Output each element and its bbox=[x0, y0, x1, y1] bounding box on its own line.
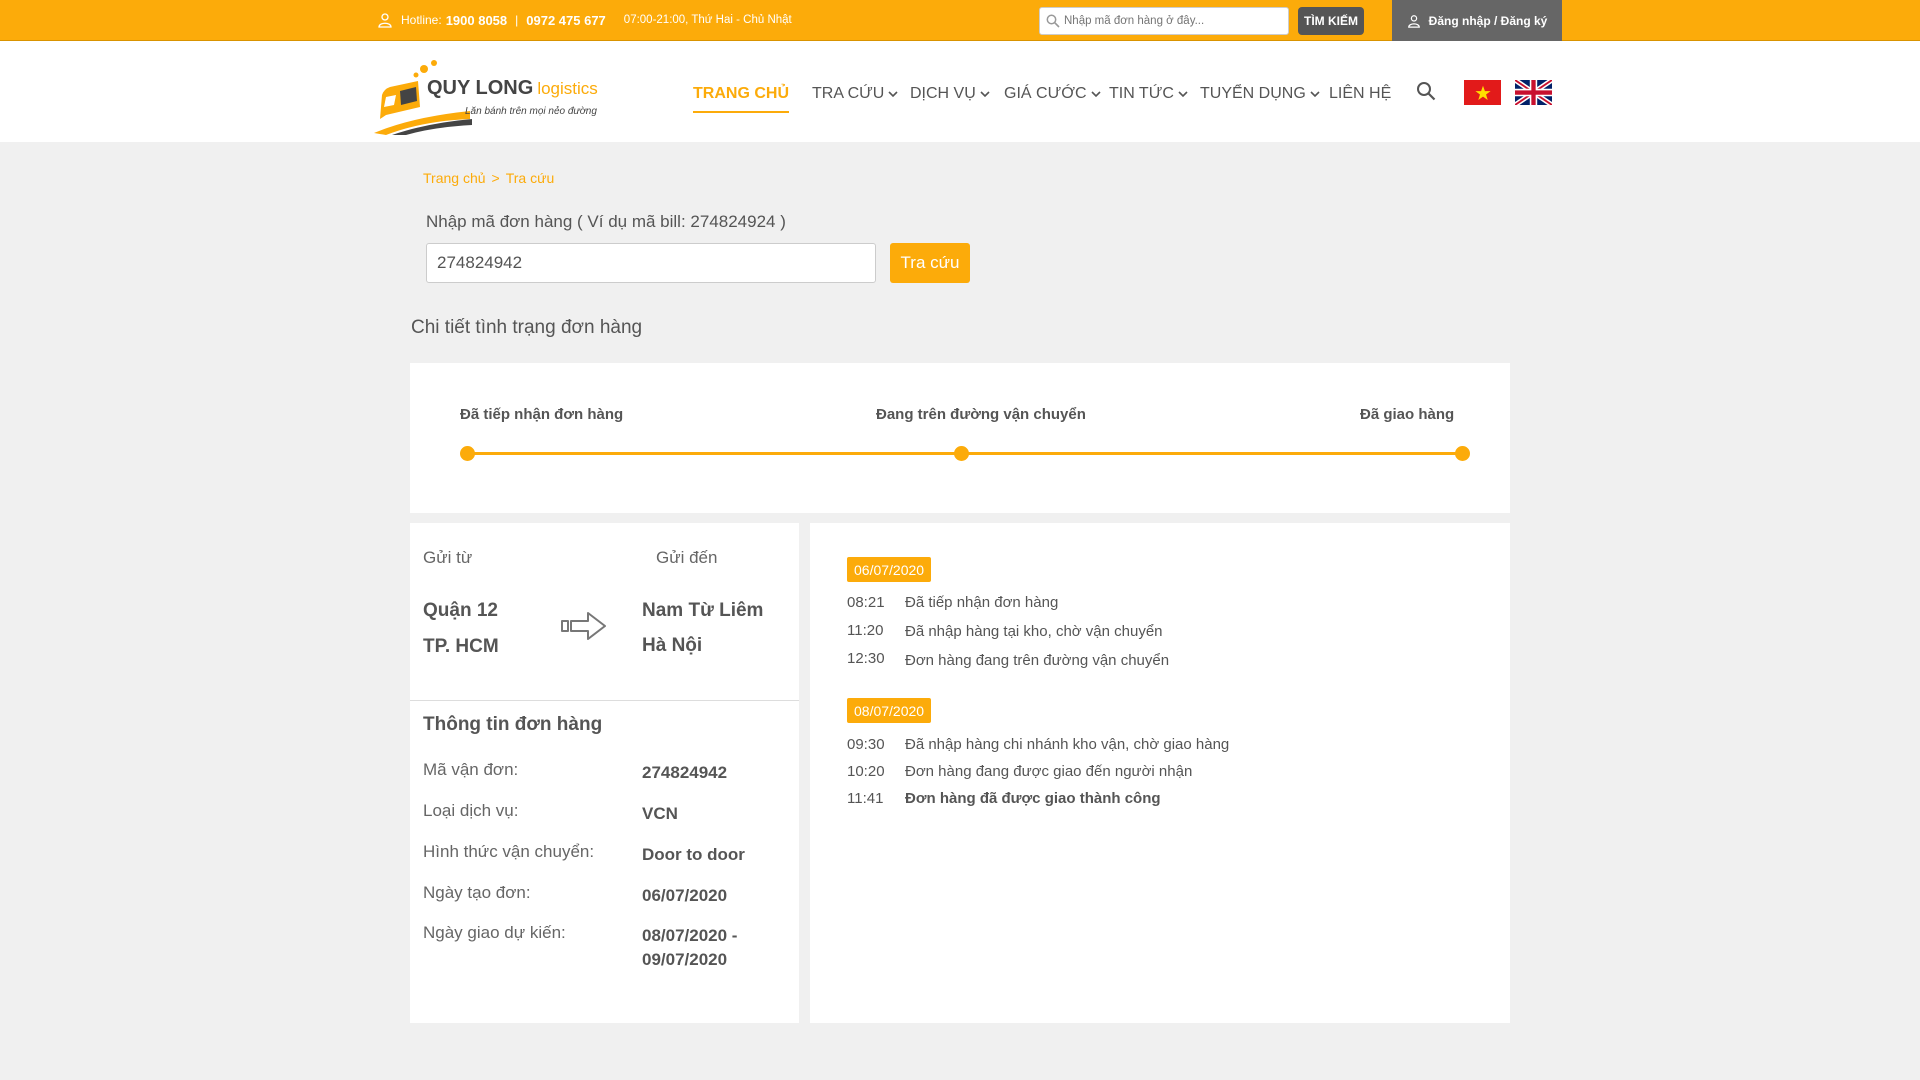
route-to-district: Nam Từ Liêm bbox=[642, 600, 764, 621]
expected-delivery-value: 08/07/2020 - 09/07/2020 bbox=[642, 926, 738, 969]
person-icon bbox=[378, 13, 392, 28]
chevron-down-icon bbox=[1310, 90, 1320, 97]
progress-dot-received bbox=[460, 446, 475, 461]
created-date-label: Ngày tạo đơn: bbox=[423, 883, 531, 902]
timeline-event: Đơn hàng đang trên đường vận chuyển bbox=[905, 652, 1170, 669]
route-from-city: TP. HCM bbox=[423, 636, 499, 657]
site-header: QUY LONG logistics Lăn bánh trên mọi nẻo … bbox=[0, 41, 1920, 142]
route-to-city: Hà Nội bbox=[642, 635, 703, 656]
chevron-down-icon bbox=[888, 90, 898, 97]
timeline-event-delivered: Đơn hàng đã được giao thành công bbox=[905, 790, 1161, 807]
tracking-label: Nhập mã đơn hàng ( Ví dụ mã bill: 274824… bbox=[426, 212, 786, 231]
top-search-box bbox=[1039, 7, 1289, 35]
hotline-label: Hotline: bbox=[401, 13, 442, 27]
info-divider bbox=[410, 700, 799, 701]
route-to-label: Gửi đến bbox=[656, 548, 718, 567]
nav-label: TRA CỨU bbox=[812, 85, 885, 102]
top-bar: Hotline: 1900 8058 | 0972 475 677 07:00-… bbox=[0, 0, 1920, 41]
uk-flag-icon[interactable] bbox=[1515, 80, 1552, 105]
top-search-button[interactable]: TÌM KIẾM bbox=[1298, 7, 1364, 35]
nav-item-dich-vu[interactable]: DỊCH VỤ bbox=[910, 85, 990, 103]
nav-item-gia-cuoc[interactable]: GIÁ CƯỚC bbox=[1004, 85, 1101, 103]
hotline-info: Hotline: 1900 8058 | 0972 475 677 07:00-… bbox=[377, 12, 792, 28]
logo-slogan: Lăn bánh trên mọi nẻo đường bbox=[465, 106, 597, 117]
timeline-date-badge: 08/07/2020 bbox=[847, 698, 932, 723]
site-logo[interactable]: QUY LONG logistics Lăn bánh trên mọi nẻo … bbox=[372, 55, 612, 135]
chevron-down-icon bbox=[1090, 90, 1101, 97]
timeline-time: 12:30 bbox=[847, 650, 885, 667]
opening-hours: 07:00-21:00, Thứ Hai - Chủ Nhật bbox=[623, 14, 792, 26]
timeline-time: 08:21 bbox=[847, 594, 885, 611]
order-progress-panel: Đã tiếp nhận đơn hàng Đang trên đường vậ… bbox=[410, 363, 1510, 513]
nav-label: GIÁ CƯỚC bbox=[1004, 85, 1087, 102]
search-icon[interactable] bbox=[1416, 81, 1436, 101]
timeline-time: 09:30 bbox=[847, 736, 885, 753]
breadcrumb-separator: > bbox=[491, 170, 500, 186]
timeline-time: 10:20 bbox=[847, 763, 885, 780]
timeline-event: Đã nhập hàng tại kho, chờ vận chuyển bbox=[905, 623, 1163, 640]
order-code-label: Mã vận đơn: bbox=[423, 760, 519, 779]
order-info-title: Thông tin đơn hàng bbox=[423, 714, 603, 735]
shipping-method-label: Hình thức vận chuyển: bbox=[423, 842, 595, 861]
login-label: Đăng nhập / Đăng ký bbox=[1428, 13, 1548, 28]
timeline-time: 11:20 bbox=[847, 622, 884, 639]
chevron-down-icon bbox=[980, 90, 990, 97]
tracking-timeline-panel: 06/07/2020 08:21 Đã tiếp nhận đơn hàng 1… bbox=[810, 523, 1510, 1023]
hotline-number-1[interactable]: 1900 8058 bbox=[446, 13, 507, 28]
timeline-event: Đã nhập hàng chi nhánh kho vận, chờ giao… bbox=[905, 736, 1230, 753]
arrow-right-icon bbox=[561, 612, 606, 640]
progress-dot-in-transit bbox=[954, 446, 969, 461]
nav-label: LIÊN HỆ bbox=[1329, 85, 1392, 102]
order-info-panel: Gửi từ Gửi đến Quận 12 TP. HCM Nam Từ Li… bbox=[410, 523, 799, 1023]
nav-item-tin-tuc[interactable]: TIN TỨC bbox=[1109, 85, 1188, 103]
timeline-time: 11:41 bbox=[847, 790, 884, 807]
timeline-date-badge: 06/07/2020 bbox=[847, 557, 932, 582]
logo-subtitle: logistics bbox=[537, 79, 598, 98]
nav-label: TRANG CHỦ bbox=[693, 85, 789, 102]
timeline-event: Đơn hàng đang được giao đến người nhận bbox=[905, 763, 1193, 780]
user-icon bbox=[1407, 14, 1420, 28]
nav-label: TUYỂN DỤNG bbox=[1200, 85, 1306, 102]
hotline-number-2[interactable]: 0972 475 677 bbox=[526, 13, 606, 28]
search-icon bbox=[1046, 14, 1060, 28]
step-label-in-transit: Đang trên đường vận chuyển bbox=[876, 406, 1086, 423]
expected-delivery-label: Ngày giao dự kiến: bbox=[423, 923, 566, 942]
route-from-label: Gửi từ bbox=[423, 548, 473, 567]
logo-title: QUY LONG logistics bbox=[427, 77, 598, 100]
status-section-title: Chi tiết tình trạng đơn hàng bbox=[411, 317, 643, 338]
nav-item-tra-cuu[interactable]: TRA CỨU bbox=[812, 85, 898, 103]
nav-item-tuyen-dung[interactable]: TUYỂN DỤNG bbox=[1200, 85, 1320, 103]
step-label-delivered: Đã giao hàng bbox=[1360, 406, 1455, 423]
progress-dot-delivered bbox=[1455, 446, 1470, 461]
service-type-value: VCN bbox=[642, 804, 678, 823]
nav-label: TIN TỨC bbox=[1109, 85, 1174, 102]
nav-label: DỊCH VỤ bbox=[910, 85, 976, 102]
nav-item-trang-chu[interactable]: TRANG CHỦ bbox=[693, 85, 789, 113]
nav-item-lien-he[interactable]: LIÊN HỆ bbox=[1329, 85, 1391, 103]
hotline-separator: | bbox=[515, 13, 519, 27]
service-type-label: Loại dịch vụ: bbox=[423, 801, 519, 820]
login-register-button[interactable]: Đăng nhập / Đăng ký bbox=[1392, 0, 1562, 41]
star-icon bbox=[1474, 85, 1491, 100]
order-search-input[interactable] bbox=[1064, 15, 1284, 27]
route-from-district: Quận 12 bbox=[423, 600, 498, 621]
logo-brand: QUY LONG bbox=[427, 77, 534, 99]
step-label-received: Đã tiếp nhận đơn hàng bbox=[460, 406, 624, 423]
shipping-method-value: Door to door bbox=[642, 845, 745, 864]
breadcrumb: Trang chủ > Tra cứu bbox=[423, 170, 554, 186]
order-code-value: 274824942 bbox=[642, 763, 728, 782]
vietnam-flag-icon[interactable] bbox=[1464, 80, 1501, 105]
breadcrumb-home[interactable]: Trang chủ bbox=[423, 170, 486, 186]
tracking-submit-button[interactable]: Tra cứu bbox=[890, 243, 970, 283]
chevron-down-icon bbox=[1178, 90, 1188, 97]
timeline-event: Đã tiếp nhận đơn hàng bbox=[905, 594, 1059, 611]
tracking-code-input[interactable] bbox=[426, 243, 876, 283]
created-date-value: 06/07/2020 bbox=[642, 886, 728, 905]
breadcrumb-current[interactable]: Tra cứu bbox=[506, 170, 555, 186]
